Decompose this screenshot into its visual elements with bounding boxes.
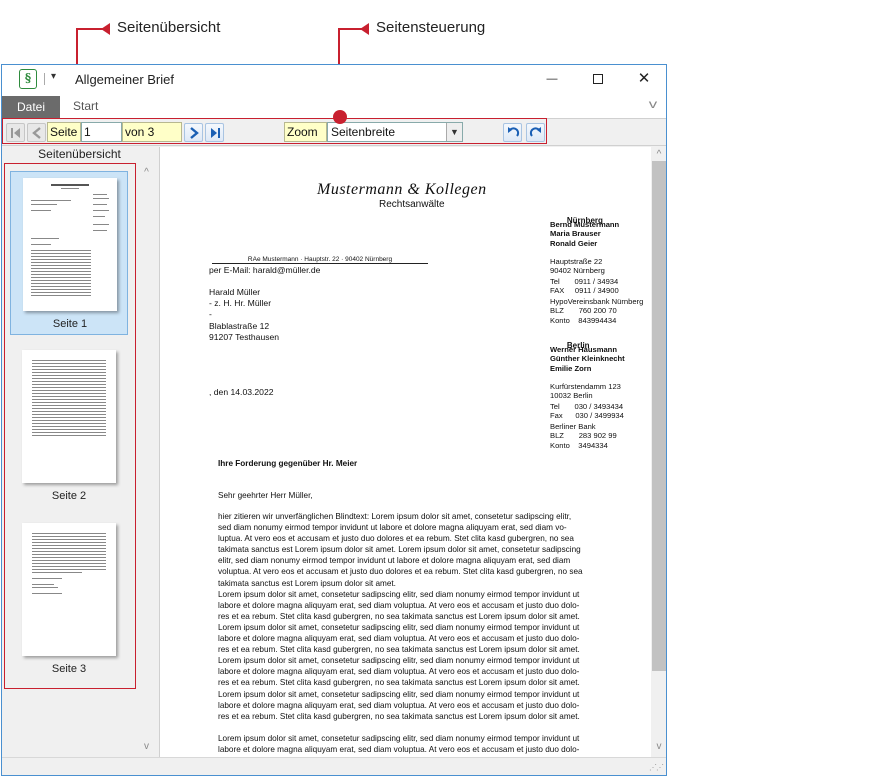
date-line: , den 14.03.2022: [209, 387, 274, 397]
minimize-button[interactable]: —: [529, 65, 575, 93]
callout-navigation-dot: [333, 110, 347, 124]
letter-body-paragraph-1: hier zitieren wir unverfänglichen Blindt…: [218, 512, 583, 721]
thumbnail-scroll-up-icon[interactable]: ^: [138, 167, 155, 178]
letter-salutation: Sehr geehrter Herr Müller,: [218, 491, 313, 500]
office-nuernberg-bank: HypoVereinsbank Nürnberg BLZ 760 200 70 …: [550, 297, 644, 325]
close-button[interactable]: ✕: [621, 65, 667, 93]
letter-page: Mustermann & Kollegen Rechtsanwälte RAe …: [160, 147, 651, 757]
callout-thumbnails-label: Seitenübersicht: [117, 19, 221, 36]
office-berlin-bank: Berliner Bank BLZ 283 902 99 Konto 34943…: [550, 422, 617, 450]
callout-thumbnails-line-h: [76, 28, 104, 30]
office-berlin-partners: Werner Hausmann Günther Kleinknecht Emil…: [550, 345, 625, 373]
letterhead-subtitle: Rechtsanwälte: [379, 199, 445, 210]
titlebar-separator: [44, 73, 45, 85]
letter-subject: Ihre Forderung gegenüber Hr. Meier: [218, 459, 358, 468]
maximize-icon: [593, 74, 603, 85]
document-scroll-up-icon[interactable]: ^: [651, 149, 666, 160]
maximize-button[interactable]: [575, 65, 621, 93]
quick-access-dropdown-icon[interactable]: ▾: [51, 71, 56, 82]
ribbon-collapse-chevron-icon[interactable]: v: [649, 97, 657, 111]
window-title: Allgemeiner Brief: [75, 72, 174, 87]
return-address-line: RAe Mustermann · Hauptstr. 22 · 90402 Nü…: [212, 256, 428, 264]
document-view[interactable]: Mustermann & Kollegen Rechtsanwälte RAe …: [159, 147, 666, 757]
title-bar: § ▾ Allgemeiner Brief — ✕: [2, 65, 666, 93]
office-berlin-address: Kurfürstendamm 123 10032 Berlin: [550, 382, 621, 401]
tab-start[interactable]: Start: [73, 99, 98, 113]
office-nuernberg-contact: Tel 0911 / 34934 FAX 0911 / 34900: [550, 277, 619, 296]
thumbnail-scroll-down-icon[interactable]: v: [138, 741, 155, 752]
office-nuernberg-address: Hauptstraße 22 90402 Nürnberg: [550, 257, 605, 276]
callout-navigation-line-h: [338, 28, 363, 30]
status-bar: ⋰⋰: [2, 757, 666, 775]
callout-navigation-box: [2, 118, 547, 144]
callout-thumbnails-box: [4, 163, 136, 689]
app-paragraph-icon[interactable]: §: [19, 69, 37, 89]
resize-grip-icon[interactable]: ⋰⋰: [649, 763, 664, 772]
letterhead-firm-name: Mustermann & Kollegen: [317, 181, 487, 198]
office-berlin-contact: Tel 030 / 3493434 Fax 030 / 3499934: [550, 402, 624, 421]
thumbnail-scrollbar[interactable]: ^ v: [138, 165, 155, 757]
document-scroll-down-icon[interactable]: v: [651, 741, 666, 752]
recipient-address: Harald Müller - z. H. Hr. Müller - Blabl…: [209, 287, 280, 342]
callout-navigation-label: Seitensteuerung: [376, 19, 486, 36]
delivery-method: per E-Mail: harald@müller.de: [209, 265, 321, 275]
office-nuernberg-partners: Bernd Mustermann Maria Brauser Ronald Ge…: [550, 220, 620, 248]
tab-datei[interactable]: Datei: [2, 96, 60, 118]
document-scrollbar[interactable]: ^ v: [651, 147, 666, 757]
thumbnail-panel-title: Seitenübersicht: [38, 147, 121, 161]
document-scroll-thumb[interactable]: [652, 161, 666, 671]
letter-body-paragraph-2: Lorem ipsum dolor sit amet, consetetur s…: [218, 734, 580, 755]
